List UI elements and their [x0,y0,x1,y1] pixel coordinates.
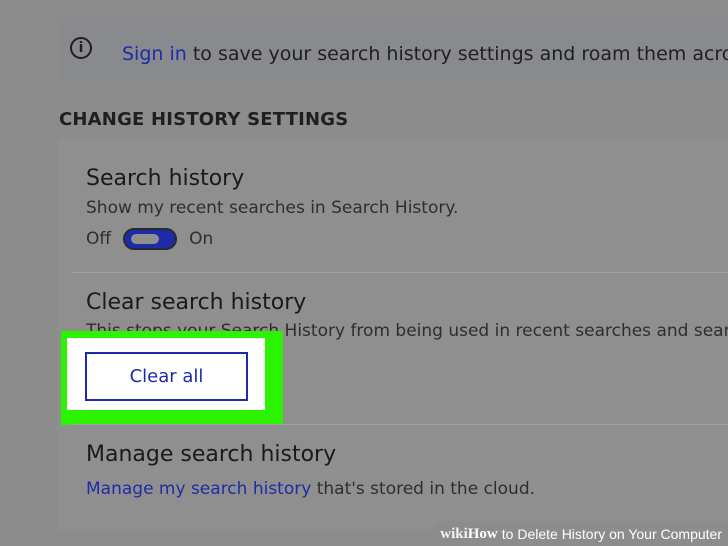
manage-history-text: Manage my search history that's stored i… [86,479,535,499]
search-history-toggle-row: Off On [86,228,213,250]
toggle-on-label: On [189,229,214,249]
watermark-text: to Delete History on Your Computer [501,526,722,542]
search-history-description: Show my recent searches in Search Histor… [86,198,459,218]
search-history-toggle[interactable] [123,228,178,250]
watermark: wikiHow to Delete History on Your Comput… [434,522,728,546]
banner-text: Sign in to save your search history sett… [122,42,728,66]
manage-history-link[interactable]: Manage my search history [86,479,311,499]
section-header: CHANGE HISTORY SETTINGS [59,109,349,130]
settings-page: i Sign in to save your search history se… [0,0,728,546]
clear-history-title: Clear search history [86,290,307,315]
toggle-off-label: Off [86,229,112,249]
watermark-logo: wikiHow [440,525,498,542]
banner-message: to save your search history settings and… [192,43,728,65]
sign-in-banner: i Sign in to save your search history se… [58,18,728,80]
manage-history-suffix: that's stored in the cloud. [311,479,536,499]
search-history-title: Search history [86,166,245,191]
sign-in-link[interactable]: Sign in [122,43,187,65]
divider [72,424,728,425]
manage-history-title: Manage search history [86,442,337,467]
info-icon: i [70,37,92,59]
divider [72,272,728,273]
toggle-knob [131,234,160,244]
clear-all-button[interactable]: Clear all [85,352,248,401]
